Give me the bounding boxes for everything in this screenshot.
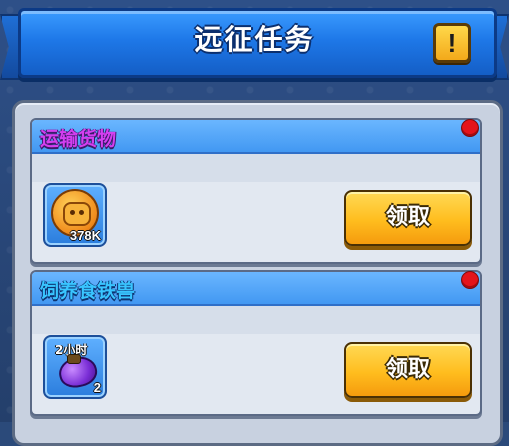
reward-quantity: 378K (69, 228, 101, 243)
egg-cap-icon (67, 354, 81, 364)
notification-dot (461, 119, 479, 137)
claim-button[interactable]: 领取 (344, 342, 472, 398)
task-header: 运输货物 (32, 120, 480, 154)
task-header: 饲养食铁兽 (32, 272, 480, 306)
exclamation-icon: ! (447, 28, 457, 58)
notification-dot (461, 271, 479, 289)
task-stripe (32, 154, 480, 182)
info-button[interactable]: ! (433, 23, 471, 63)
task-title: 饲养食铁兽 (40, 280, 136, 302)
reward-slot[interactable]: 378K (43, 183, 107, 247)
claim-label: 领取 (385, 205, 430, 230)
claim-button[interactable]: 领取 (344, 190, 472, 246)
claim-label: 领取 (385, 357, 430, 382)
reward-quantity: 2 (93, 380, 101, 395)
task-stripe (32, 306, 480, 334)
task-title: 运输货物 (40, 128, 117, 150)
paw-face (63, 202, 91, 226)
reward-slot[interactable]: 2小时 2 (43, 335, 107, 399)
